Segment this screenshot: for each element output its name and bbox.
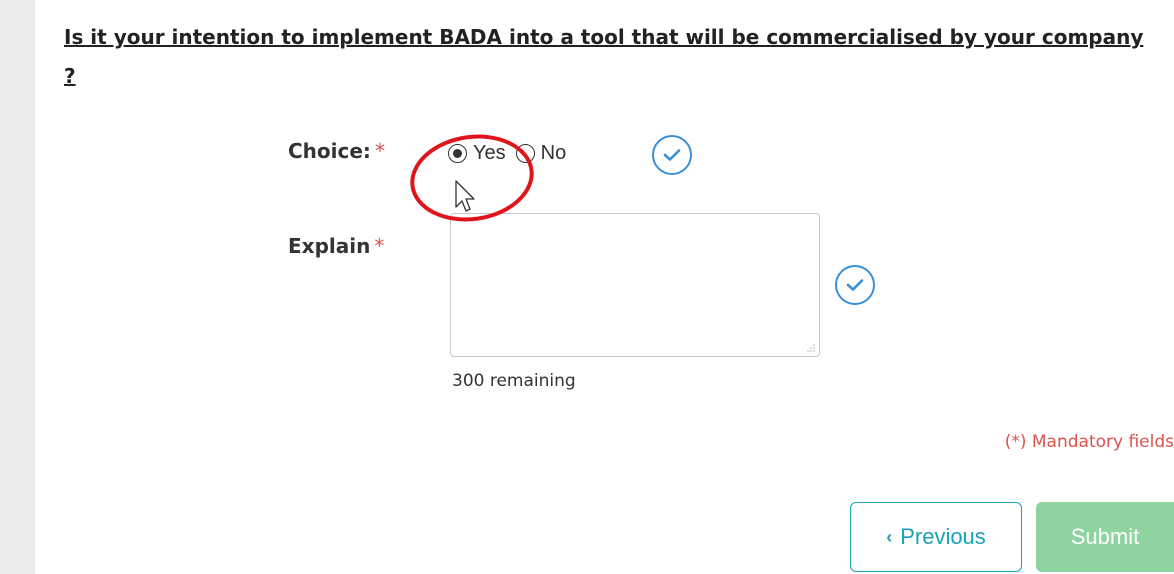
- explain-label: Explain *: [288, 234, 384, 258]
- radio-yes-label[interactable]: Yes: [473, 142, 506, 165]
- chevron-left-icon: ‹: [886, 526, 893, 547]
- submit-button-label: Submit: [1070, 524, 1140, 549]
- previous-button-label: Previous: [900, 524, 986, 549]
- checkmark-icon: [663, 149, 681, 161]
- required-asterisk: *: [374, 139, 385, 163]
- question-heading: Is it your intention to implement BADA i…: [64, 25, 1144, 88]
- explain-label-text: Explain: [288, 234, 371, 258]
- choice-valid-check-icon: [652, 135, 692, 175]
- form-page: Is it your intention to implement BADA i…: [0, 0, 1174, 574]
- explain-valid-check-icon: [835, 265, 875, 305]
- explain-textarea[interactable]: [450, 213, 820, 357]
- previous-button[interactable]: ‹ Previous: [850, 502, 1022, 572]
- choice-label: Choice: *: [288, 139, 385, 163]
- checkmark-icon: [846, 279, 864, 291]
- required-asterisk: *: [374, 234, 385, 258]
- choice-radio-group: Yes No: [448, 140, 576, 166]
- mandatory-fields-note: (*) Mandatory fields: [1004, 432, 1174, 452]
- radio-no[interactable]: [515, 143, 535, 163]
- chars-remaining-counter: 300 remaining: [452, 371, 576, 391]
- left-sidebar-strip: [0, 0, 35, 574]
- radio-no-label[interactable]: No: [541, 142, 567, 165]
- radio-selected-dot: [453, 148, 462, 158]
- mouse-cursor-icon: [455, 180, 475, 212]
- radio-yes[interactable]: [448, 143, 467, 163]
- choice-label-text: Choice:: [288, 139, 371, 163]
- resize-grip-icon[interactable]: [806, 343, 816, 353]
- submit-button[interactable]: Submit: [1036, 502, 1174, 572]
